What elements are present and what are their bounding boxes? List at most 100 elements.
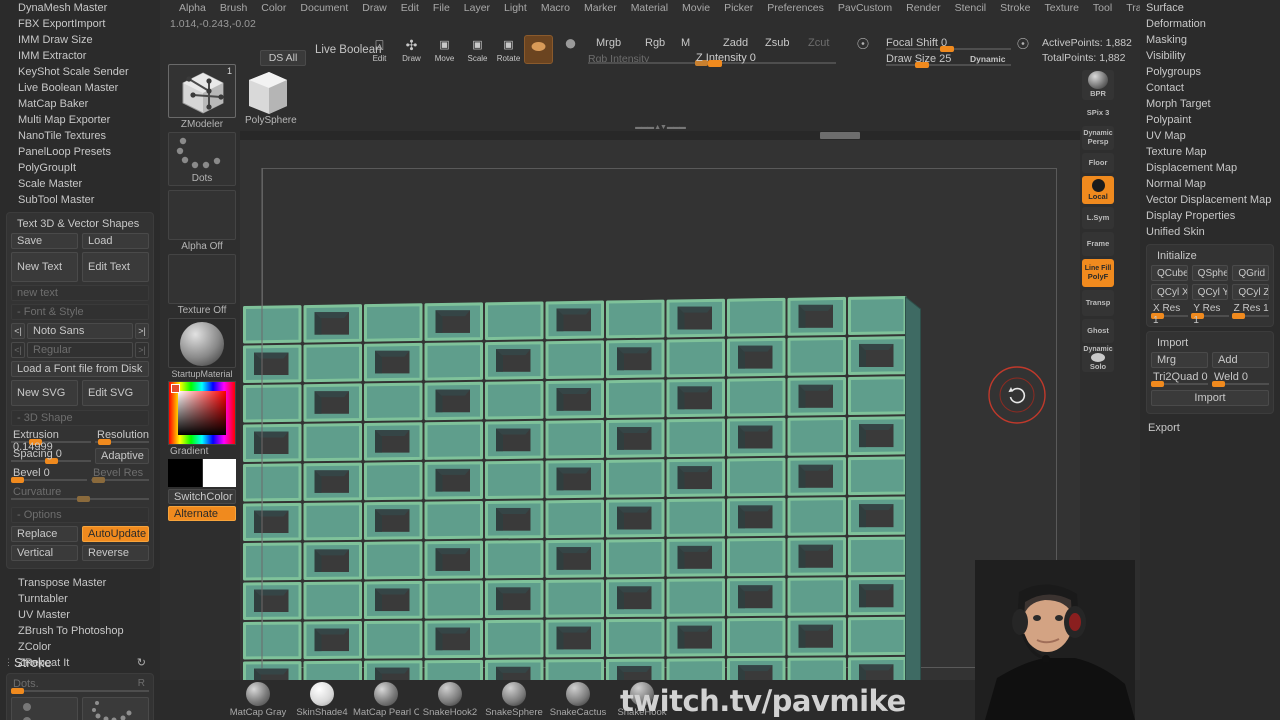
plugin-item-matcap-baker[interactable]: MatCap Baker [0, 96, 160, 112]
alpha-swatch-button[interactable]: ● [556, 32, 585, 64]
font-style-header[interactable]: - Font & Style [11, 304, 149, 320]
plugin-item-uv-master[interactable]: UV Master [0, 607, 160, 623]
dynamic-icon-button[interactable]: ☉ [1010, 35, 1036, 64]
menu-item-render[interactable]: Render [899, 0, 947, 16]
draw-button[interactable]: ✣ Draw [397, 35, 426, 64]
weight-prev-button[interactable]: <| [11, 342, 25, 358]
menu-item-color[interactable]: Color [254, 0, 293, 16]
subpalette-polygroups[interactable]: Polygroups [1140, 64, 1280, 80]
stroke-slot[interactable]: Dots [168, 132, 236, 186]
plugin-item-panelloop-presets[interactable]: PanelLoop Presets [0, 144, 160, 160]
polysphere-model[interactable] [240, 140, 1080, 680]
new-svg-button[interactable]: New SVG [11, 380, 78, 406]
menu-item-tool[interactable]: Tool [1086, 0, 1119, 16]
res-slider-y[interactable]: Y Res 1 [1191, 303, 1229, 326]
adaptive-button[interactable]: Adaptive [95, 448, 149, 464]
menu-item-material[interactable]: Material [624, 0, 675, 16]
main-menu-bar[interactable]: Alpha Brush Color Document Draw Edit File Layer… [160, 0, 1280, 16]
rgb-button[interactable]: Rgb [637, 35, 677, 51]
init-qcyl-y-button[interactable]: QCyl Y [1191, 284, 1229, 300]
plugin-item-fbx-exportimport[interactable]: FBX ExportImport [0, 16, 160, 32]
curvature-slider[interactable]: Curvature [11, 486, 149, 502]
alpha-slot[interactable]: Alpha Off [168, 190, 236, 252]
vertical-button[interactable]: Vertical [11, 545, 78, 561]
solo-button[interactable]: Dynamic Solo [1082, 346, 1114, 372]
add-button[interactable]: Add [1212, 352, 1269, 368]
material-matcap-pearl-ca[interactable]: MatCap Pearl Ca [353, 682, 419, 718]
initialize-header[interactable]: Initialize [1151, 249, 1269, 265]
init-qsphere-button[interactable]: QSphere [1191, 265, 1229, 281]
stroke-current-slider[interactable]: Dots. R [11, 678, 149, 694]
subpalette-surface[interactable]: Surface [1140, 0, 1280, 16]
subpalette-visibility[interactable]: Visibility [1140, 48, 1280, 64]
plugin-item-zbrush-to-photoshop[interactable]: ZBrush To Photoshop [0, 623, 160, 639]
font-prev-button[interactable]: <| [11, 323, 25, 339]
color-sv-square[interactable] [178, 391, 226, 435]
canvas-resize-handle[interactable]: ▬▬▬ ▲▼ ▬▬▬ [620, 124, 700, 131]
menu-item-file[interactable]: File [426, 0, 457, 16]
rotate-button[interactable]: ▣ Rotate [494, 35, 523, 64]
material-slot[interactable]: StartupMaterial [168, 318, 236, 379]
subpalette-display-properties[interactable]: Display Properties [1140, 208, 1280, 224]
reverse-button[interactable]: Reverse [82, 545, 149, 561]
menu-item-stroke[interactable]: Stroke [993, 0, 1037, 16]
tool-subpalette-list[interactable]: Surface Deformation Masking Visibility Polyg… [1140, 0, 1280, 240]
material-snakesphere[interactable]: SnakeSphere [481, 682, 547, 718]
frame-button[interactable]: Frame [1082, 232, 1114, 256]
plugin-item-scale-master[interactable]: Scale Master [0, 176, 160, 192]
menu-item-alpha[interactable]: Alpha [172, 0, 213, 16]
zcut-button[interactable]: Zcut [800, 35, 840, 51]
initialize-buttons[interactable]: QCubeQSphereQGrid QCyl XQCyl YQCyl Z [1151, 265, 1270, 300]
text-value-input[interactable]: new text [11, 285, 149, 301]
polyf-button[interactable]: Line Fill PolyF [1082, 259, 1114, 287]
init-qcyl-z-button[interactable]: QCyl Z [1232, 284, 1270, 300]
transp-button[interactable]: Transp [1082, 290, 1114, 316]
init-qcyl-x-button[interactable]: QCyl X [1151, 284, 1188, 300]
edit-button[interactable]: ⍓ Edit [365, 35, 394, 64]
zadd-button[interactable]: Zadd [715, 35, 763, 51]
menu-item-pavcustom[interactable]: PavCustom [831, 0, 899, 16]
bpr-button[interactable]: BPR [1082, 70, 1114, 100]
tri2quad-slider[interactable]: Tri2Quad 0 [1151, 371, 1208, 387]
autoupdate-button[interactable]: AutoUpdate [82, 526, 149, 542]
text3d-save-button[interactable]: Save [11, 233, 78, 249]
subpalette-uv-map[interactable]: UV Map [1140, 128, 1280, 144]
zplugin-list-top[interactable]: DynaMesh Master FBX ExportImport IMM Draw … [0, 0, 160, 208]
ghost-button[interactable]: Ghost [1082, 319, 1114, 343]
res-slider-x[interactable]: X Res 1 [1151, 303, 1189, 326]
lsym-button[interactable]: L.Sym [1082, 207, 1114, 229]
menu-item-document[interactable]: Document [293, 0, 355, 16]
local-button[interactable]: Local [1082, 176, 1114, 204]
3d-shape-header[interactable]: - 3D Shape [11, 410, 149, 426]
plugin-item-transpose-master[interactable]: Transpose Master [0, 575, 160, 591]
plugin-item-live-boolean-master[interactable]: Live Boolean Master [0, 80, 160, 96]
canvas-scrollbar-thumb[interactable] [820, 132, 860, 139]
focal-shift-icon-button[interactable]: ☉ [850, 35, 876, 64]
plugin-item-polygroupit[interactable]: PolyGroupIt [0, 160, 160, 176]
import-button[interactable]: Import [1151, 390, 1269, 406]
menu-item-preferences[interactable]: Preferences [760, 0, 831, 16]
subpalette-contact[interactable]: Contact [1140, 80, 1280, 96]
plugin-item-zcolor[interactable]: ZColor [0, 639, 160, 655]
color-picker-slot[interactable]: Gradient [168, 381, 236, 457]
draw-size-track[interactable] [886, 64, 1011, 66]
viewport-canvas[interactable] [240, 140, 1080, 680]
current-tool-slot[interactable]: PolySphere [245, 66, 297, 126]
primary-color-swatch[interactable] [168, 459, 202, 487]
move-button[interactable]: ▣ Move [430, 35, 459, 64]
font-name-field[interactable]: Noto Sans [27, 323, 133, 339]
text3d-header[interactable]: Text 3D & Vector Shapes [11, 217, 149, 233]
plugin-item-dynamesh-master[interactable]: DynaMesh Master [0, 0, 160, 16]
stroke-header[interactable]: Stroke [14, 655, 52, 670]
m-button[interactable]: M [673, 35, 707, 51]
menu-item-macro[interactable]: Macro [534, 0, 577, 16]
stroke-dots-preview[interactable]: Dots [82, 697, 149, 720]
init-qgrid-button[interactable]: QGrid [1232, 265, 1270, 281]
refresh-icon[interactable]: ↻ [137, 656, 146, 669]
subpalette-morph-target[interactable]: Morph Target [1140, 96, 1280, 112]
plugin-item-turntabler[interactable]: Turntabler [0, 591, 160, 607]
stroke-list-button[interactable] [11, 697, 78, 720]
canvas-scrollbar-track[interactable] [240, 131, 1080, 140]
spix-button[interactable]: SPix 3 [1082, 103, 1114, 123]
draw-size-knob[interactable] [915, 62, 929, 68]
